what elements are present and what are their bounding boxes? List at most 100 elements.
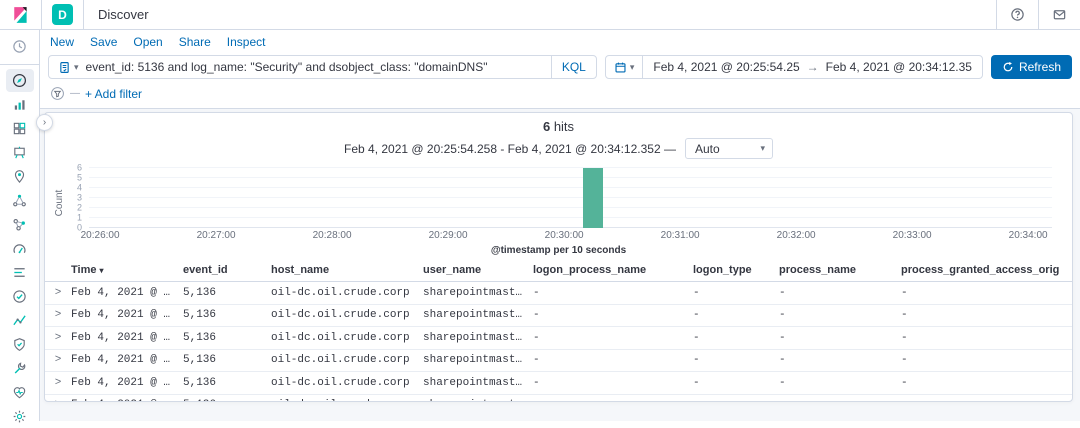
x-tick-label: 20:26:00 (80, 230, 120, 241)
column-header-host-name[interactable]: host_name (271, 264, 423, 276)
expand-row-button[interactable]: > (45, 332, 71, 344)
cell-user-name: sharepointmaster (423, 309, 529, 322)
sidebar-item-canvas[interactable] (6, 141, 34, 164)
table-header-row: Time ▾ event_id host_name user_name logon… (45, 261, 1072, 282)
query-input-box[interactable]: ▾ event_id: 5136 and log_name: "Security… (48, 55, 597, 79)
query-input[interactable]: event_id: 5136 and log_name: "Security" … (86, 60, 551, 74)
column-header-process-granted-access-orig[interactable]: process_granted_access_orig (901, 264, 1072, 276)
column-header-user-name[interactable]: user_name (423, 264, 533, 276)
menu-link[interactable]: New (50, 35, 74, 49)
newsfeed-button[interactable] (1038, 0, 1080, 29)
refresh-icon (1003, 61, 1013, 72)
hits-count: 6 (542, 119, 551, 134)
cell-event-id: 5,136 (183, 286, 217, 299)
expand-row-button[interactable]: > (45, 287, 71, 299)
filter-bar: — + Add filter (48, 86, 1072, 101)
expand-row-button[interactable]: > (45, 354, 71, 366)
sidebar-item-logs[interactable] (6, 261, 34, 284)
main-area: New Save Open Share Inspect ▾ event_id: 5136… (36, 30, 1080, 421)
cell-host-name: oil-dc.oil.crude.corp (271, 354, 410, 367)
shield-icon (14, 338, 25, 351)
cell-process-name: - (779, 331, 786, 344)
cell-process-name: - (779, 286, 786, 299)
column-header-logon-type[interactable]: logon_type (693, 264, 779, 276)
cell-process-name: - (779, 399, 901, 401)
column-header-logon-process-name[interactable]: logon_process_name (533, 264, 693, 276)
cell-logon-type: - (693, 376, 700, 389)
menu-link[interactable]: Open (133, 35, 162, 49)
cell-logon-type: - (693, 331, 700, 344)
start-date-button[interactable]: Feb 4, 2021 @ 20:25:54.25 (653, 60, 799, 74)
gauge-icon (13, 244, 26, 254)
saved-query-menu-button[interactable]: ▾ (49, 56, 86, 78)
sidebar-item-apm[interactable] (6, 309, 34, 332)
table-row: > Feb 4, 2021 @ 20:30:16.310 5,136 oil-d… (45, 282, 1072, 305)
column-header-event-id[interactable]: event_id (183, 264, 271, 276)
help-button[interactable] (996, 0, 1038, 29)
quick-select-date-button[interactable]: ▾ (606, 56, 644, 78)
filter-options-button[interactable] (50, 86, 65, 101)
x-tick-label: 20:34:00 (1008, 230, 1048, 241)
x-tick-label: 20:30:00 (544, 230, 584, 241)
sidebar-item-uptime[interactable] (6, 285, 34, 308)
sidebar-item-machine-learning[interactable] (6, 189, 34, 212)
cell-user-name: sharepointmaster (423, 331, 529, 344)
x-tick-label: 20:31:00 (660, 230, 700, 241)
sidebar-item-stack-monitoring[interactable] (6, 381, 34, 404)
cell-event-id: 5,136 (183, 309, 217, 322)
sidebar-item-management[interactable] (6, 405, 34, 428)
expand-row-button[interactable]: > (45, 309, 71, 321)
cell-host-name: oil-dc.oil.crude.corp (271, 286, 410, 299)
x-axis-ticks: 20:26:00 20:27:00 20:28:00 20:29:00 20:30:00… (81, 230, 1052, 241)
add-filter-button[interactable]: + Add filter (85, 87, 142, 101)
sidebar-item-dev-tools[interactable] (6, 357, 34, 380)
cell-user-name: sharepointmaster (423, 354, 529, 367)
sidebar-item-dashboard[interactable] (6, 117, 34, 140)
gridline (89, 217, 1052, 219)
refresh-button[interactable]: Refresh (990, 55, 1072, 79)
cell-event-id: 5,136 (183, 331, 217, 344)
column-header-time[interactable]: Time ▾ (71, 264, 183, 276)
cell-process-granted-access-orig: - (901, 286, 908, 299)
gridline (89, 227, 1052, 228)
kibana-logo[interactable] (0, 0, 42, 29)
table-body: > Feb 4, 2021 @ 20:30:16.310 5,136 oil-d… (45, 282, 1072, 401)
expand-row-button[interactable]: > (45, 399, 71, 401)
sidebar-item-siem[interactable] (6, 333, 34, 356)
menu-link[interactable]: Share (179, 35, 211, 49)
column-header-process-name[interactable]: process_name (779, 264, 901, 276)
cell-time: Feb 4, 2021 @ 20:30:16.309 (71, 354, 183, 367)
cell-logon-type: - (693, 354, 700, 367)
expand-row-button[interactable]: > (45, 377, 71, 389)
sidebar-item-discover[interactable] (5, 69, 34, 92)
x-tick-label: 20:32:00 (776, 230, 816, 241)
interval-select[interactable]: Auto ▾ (684, 138, 773, 159)
gear-icon (13, 410, 26, 423)
histogram-bar[interactable] (583, 168, 603, 228)
table-row: > Feb 4, 2021 @ 20:30:16.310 5,136 oil-d… (45, 327, 1072, 350)
query-language-button[interactable]: KQL (550, 56, 596, 78)
end-date-button[interactable]: Feb 4, 2021 @ 20:34:12.35 (826, 60, 972, 74)
cell-process-name: - (779, 354, 786, 367)
menu-link[interactable]: Save (90, 35, 117, 49)
wrench-icon (14, 362, 26, 374)
sidebar-item-maps[interactable] (6, 165, 34, 188)
filter-bar-dash: — (70, 88, 80, 99)
date-range-arrow: → (806, 60, 819, 74)
menu-link[interactable]: Inspect (227, 35, 266, 49)
chevron-down-icon: ▾ (629, 61, 635, 72)
collapse-fields-sidebar-toggle[interactable]: › (36, 114, 53, 131)
sidebar-item-visualize[interactable] (6, 93, 34, 116)
cell-process-granted-access-orig: - (901, 309, 908, 322)
x-tick-label: 20:33:00 (892, 230, 932, 241)
y-axis-label: Count (54, 189, 65, 217)
sidebar-item-metrics[interactable] (6, 237, 34, 260)
newsfeed-envelope-icon (1053, 10, 1066, 20)
sidebar-item-graph[interactable] (6, 213, 34, 236)
histogram-chart: Count 0123456 20:26:00 20:27:00 20:28:00 20… (53, 163, 1058, 241)
sidebar-item-recently-viewed[interactable] (6, 35, 34, 58)
cell-time: Feb 4, 2021 @ 20:30:16.310 (71, 309, 183, 322)
cell-user-name: sharepointmaster (423, 286, 529, 299)
cell-host-name: oil-dc.oil.crude.corp (271, 399, 423, 401)
chevron-down-icon: ▾ (74, 61, 79, 72)
